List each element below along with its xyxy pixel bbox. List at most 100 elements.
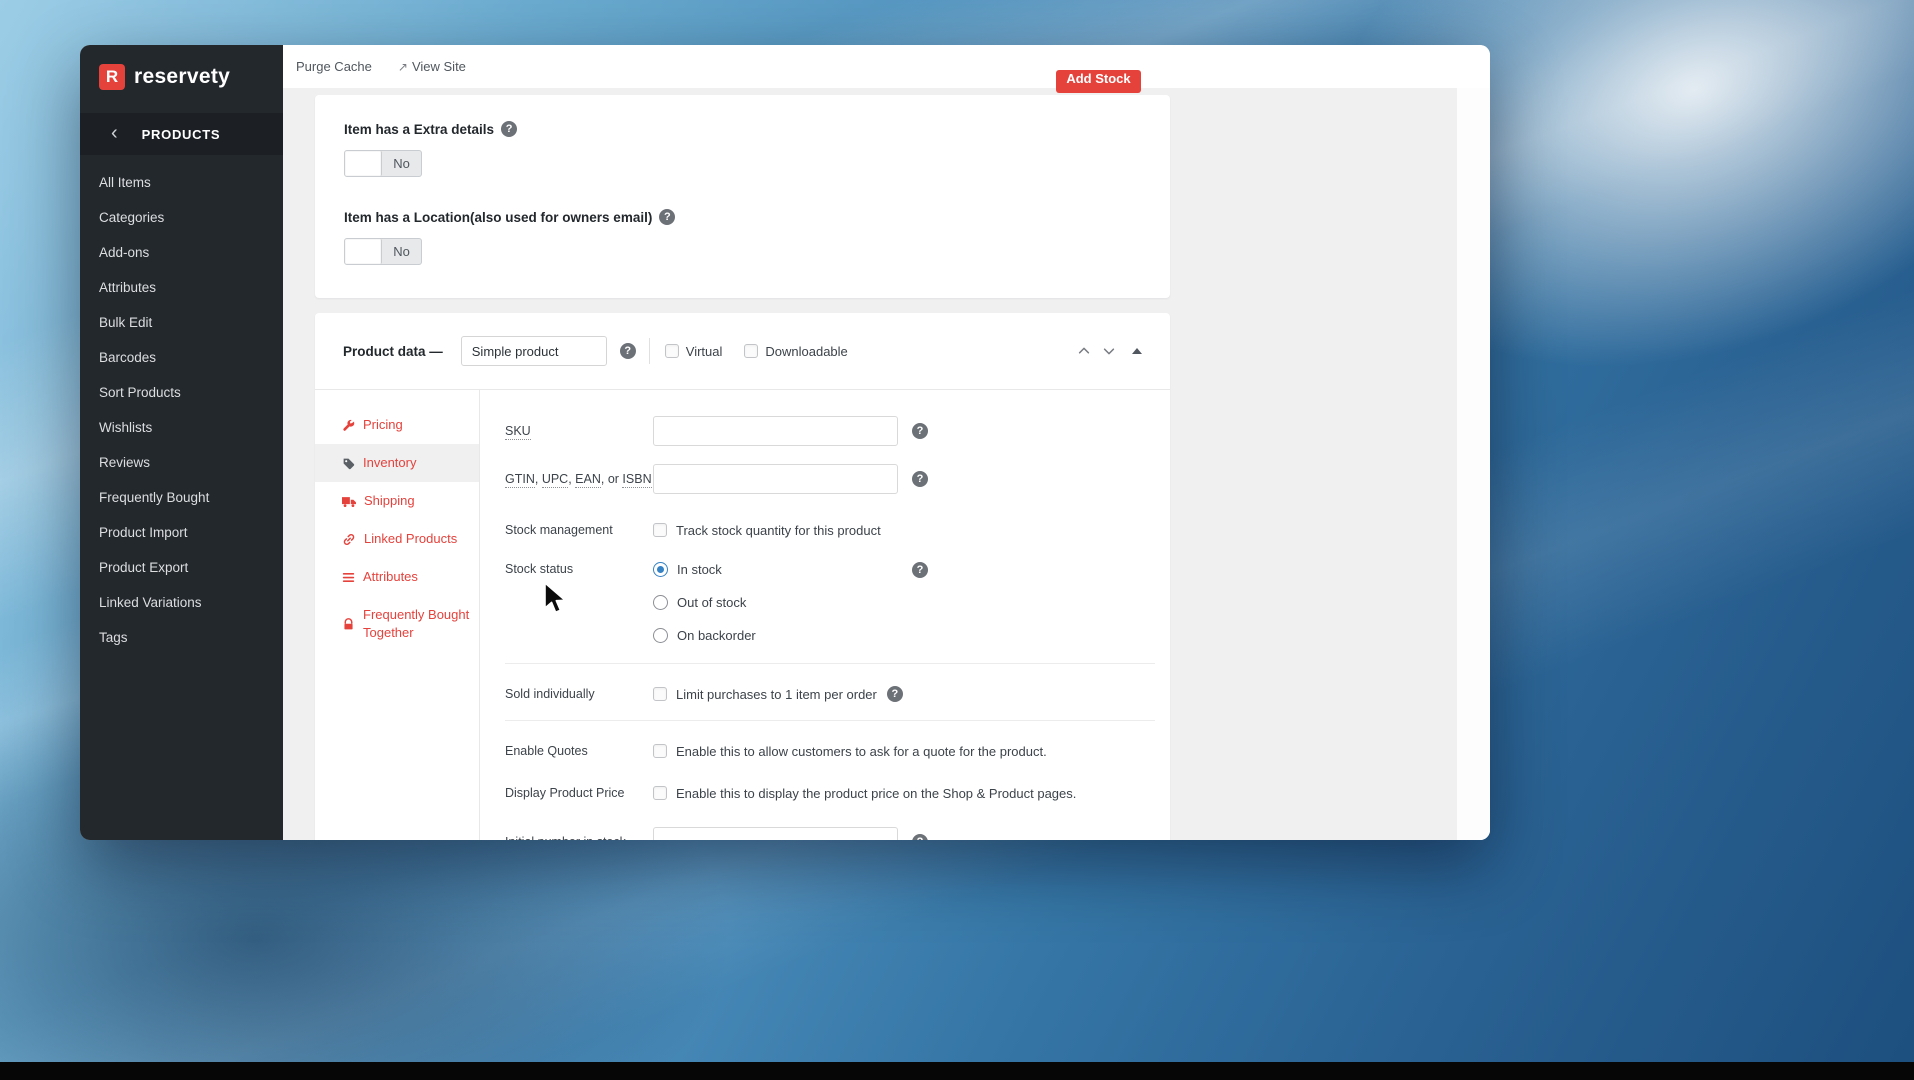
track-stock-label: Track stock quantity for this product bbox=[676, 522, 881, 538]
sidebar-section-label: PRODUCTS bbox=[141, 126, 221, 142]
chevron-left-icon[interactable]: ‹ bbox=[111, 123, 118, 143]
help-icon[interactable]: ? bbox=[619, 343, 636, 359]
pricing-icon bbox=[343, 419, 355, 431]
radio-out-of-stock[interactable] bbox=[653, 595, 668, 610]
attributes-icon bbox=[342, 572, 355, 582]
sidebar-item-wishlists[interactable]: Wishlists bbox=[80, 410, 283, 445]
toggle-knob bbox=[345, 239, 382, 264]
product-type-select[interactable]: Simple product bbox=[460, 336, 607, 366]
toggle-knob bbox=[345, 151, 382, 176]
caret-up-icon[interactable] bbox=[1132, 348, 1142, 354]
purge-cache-link[interactable]: Purge Cache bbox=[296, 59, 372, 74]
screen-bottom-bar bbox=[0, 1062, 1914, 1080]
tab-linked-products[interactable]: Linked Products bbox=[315, 520, 479, 558]
help-icon[interactable]: ? bbox=[886, 686, 903, 702]
sold-individually-checkbox[interactable] bbox=[653, 687, 667, 701]
virtual-checkbox-row[interactable]: Virtual bbox=[664, 343, 723, 359]
enable-quotes-label: Enable Quotes bbox=[505, 744, 588, 758]
enable-quotes-checkbox-row[interactable]: Enable this to allow customers to ask fo… bbox=[653, 744, 1047, 759]
tab-inventory[interactable]: Inventory bbox=[315, 444, 479, 482]
divider bbox=[505, 720, 1155, 721]
downloadable-checkbox[interactable] bbox=[744, 344, 759, 358]
virtual-checkbox[interactable] bbox=[664, 344, 679, 358]
main-area: Purge Cache ↗ View Site Add Stock Item h… bbox=[283, 45, 1490, 840]
reservety-logo-text: reservety bbox=[134, 65, 231, 88]
help-icon[interactable]: ? bbox=[659, 209, 676, 225]
sidebar-item-barcodes[interactable]: Barcodes bbox=[80, 340, 283, 375]
tab-shipping[interactable]: Shipping bbox=[315, 482, 479, 520]
stock-status-label: Stock status bbox=[505, 562, 574, 576]
reservety-logo-icon: R bbox=[99, 64, 125, 90]
sidebar-menu: All Items Categories Add-ons Attributes … bbox=[80, 165, 283, 655]
track-stock-checkbox-row[interactable]: Track stock quantity for this product bbox=[653, 523, 881, 538]
tab-attributes[interactable]: Attributes bbox=[315, 558, 479, 596]
stock-status-on-backorder[interactable]: On backorder bbox=[653, 628, 898, 643]
product-data-card: Product data — Simple product ? Virtual … bbox=[315, 313, 1170, 840]
sold-individually-checkbox-row[interactable]: Limit purchases to 1 item per order bbox=[653, 687, 877, 702]
help-icon[interactable]: ? bbox=[912, 562, 928, 578]
item-options-card: Item has a Extra details ? No Item has a… bbox=[315, 95, 1170, 298]
chevron-up-icon[interactable] bbox=[1077, 344, 1091, 358]
downloadable-label: Downloadable bbox=[765, 343, 848, 359]
app-window: R reservety ‹ PRODUCTS All Items Categor… bbox=[80, 45, 1490, 840]
radio-in-stock[interactable] bbox=[653, 562, 668, 577]
sidebar-item-reviews[interactable]: Reviews bbox=[80, 445, 283, 480]
sidebar-item-linked-variations[interactable]: Linked Variations bbox=[80, 585, 283, 620]
display-price-checkbox[interactable] bbox=[653, 786, 667, 800]
help-icon[interactable]: ? bbox=[912, 834, 928, 840]
toggle-state-label: No bbox=[393, 244, 410, 259]
extra-details-toggle[interactable]: No bbox=[344, 150, 422, 177]
sidebar-item-categories[interactable]: Categories bbox=[80, 200, 283, 235]
sku-input[interactable] bbox=[653, 416, 898, 446]
sidebar-item-product-import[interactable]: Product Import bbox=[80, 515, 283, 550]
sidebar-item-frequently-bought[interactable]: Frequently Bought bbox=[80, 480, 283, 515]
sidebar-item-product-export[interactable]: Product Export bbox=[80, 550, 283, 585]
external-link-icon: ↗ bbox=[397, 59, 408, 74]
initial-stock-input[interactable] bbox=[653, 827, 898, 840]
help-icon[interactable]: ? bbox=[501, 121, 518, 137]
enable-quotes-checkbox[interactable] bbox=[653, 744, 667, 758]
chevron-down-icon[interactable] bbox=[1102, 344, 1116, 358]
sold-individually-label: Sold individually bbox=[505, 687, 595, 701]
inventory-icon bbox=[343, 458, 355, 469]
add-stock-button[interactable]: Add Stock bbox=[1056, 70, 1141, 93]
help-icon[interactable]: ? bbox=[912, 471, 928, 487]
content-area: Item has a Extra details ? No Item has a… bbox=[283, 88, 1490, 840]
initial-stock-label: Initial number in stock bbox=[505, 835, 653, 840]
location-toggle[interactable]: No bbox=[344, 238, 422, 265]
display-price-label: Display Product Price bbox=[505, 786, 625, 800]
help-icon[interactable]: ? bbox=[912, 423, 928, 439]
gtin-label: GTIN, UPC, EAN, or ISBN bbox=[505, 472, 652, 488]
content-right-strip bbox=[1457, 88, 1490, 840]
stock-status-in-stock[interactable]: In stock bbox=[653, 562, 898, 577]
sidebar-item-all-items[interactable]: All Items bbox=[80, 165, 283, 200]
sidebar-item-bulk-edit[interactable]: Bulk Edit bbox=[80, 305, 283, 340]
divider bbox=[505, 663, 1155, 664]
sidebar-item-add-ons[interactable]: Add-ons bbox=[80, 235, 283, 270]
sidebar-item-tags[interactable]: Tags bbox=[80, 620, 283, 655]
stock-status-out-of-stock[interactable]: Out of stock bbox=[653, 595, 898, 610]
product-data-header: Product data — Simple product ? Virtual … bbox=[315, 313, 1170, 390]
display-price-checkbox-row[interactable]: Enable this to display the product price… bbox=[653, 786, 1076, 801]
radio-on-backorder[interactable] bbox=[653, 628, 668, 643]
tab-pricing[interactable]: Pricing bbox=[315, 406, 479, 444]
divider bbox=[648, 338, 650, 364]
sku-label: SKU bbox=[505, 424, 531, 440]
inventory-panel: SKU ? GTIN, UPC, EAN, or ISBN ? Stock ma… bbox=[480, 390, 1170, 840]
stock-status-options: In stock Out of stock On backorder bbox=[653, 562, 898, 661]
shipping-icon bbox=[342, 496, 356, 507]
sidebar-item-sort-products[interactable]: Sort Products bbox=[80, 375, 283, 410]
track-stock-checkbox[interactable] bbox=[653, 523, 667, 537]
view-site-link[interactable]: ↗ View Site bbox=[398, 59, 466, 74]
tab-frequently-bought-together[interactable]: Frequently Bought Together bbox=[315, 596, 479, 652]
sidebar-section-products[interactable]: ‹ PRODUCTS bbox=[80, 113, 283, 155]
downloadable-checkbox-row[interactable]: Downloadable bbox=[744, 343, 848, 359]
virtual-label: Virtual bbox=[685, 343, 723, 359]
location-label: Item has a Location(also used for owners… bbox=[344, 209, 653, 225]
linked-products-icon bbox=[343, 533, 355, 545]
stock-management-label: Stock management bbox=[505, 523, 613, 537]
reservety-logo: R reservety bbox=[80, 45, 283, 109]
product-data-tabs: Pricing Inventory Shipping Linked Produc… bbox=[315, 390, 480, 840]
sidebar-item-attributes[interactable]: Attributes bbox=[80, 270, 283, 305]
gtin-input[interactable] bbox=[653, 464, 898, 494]
